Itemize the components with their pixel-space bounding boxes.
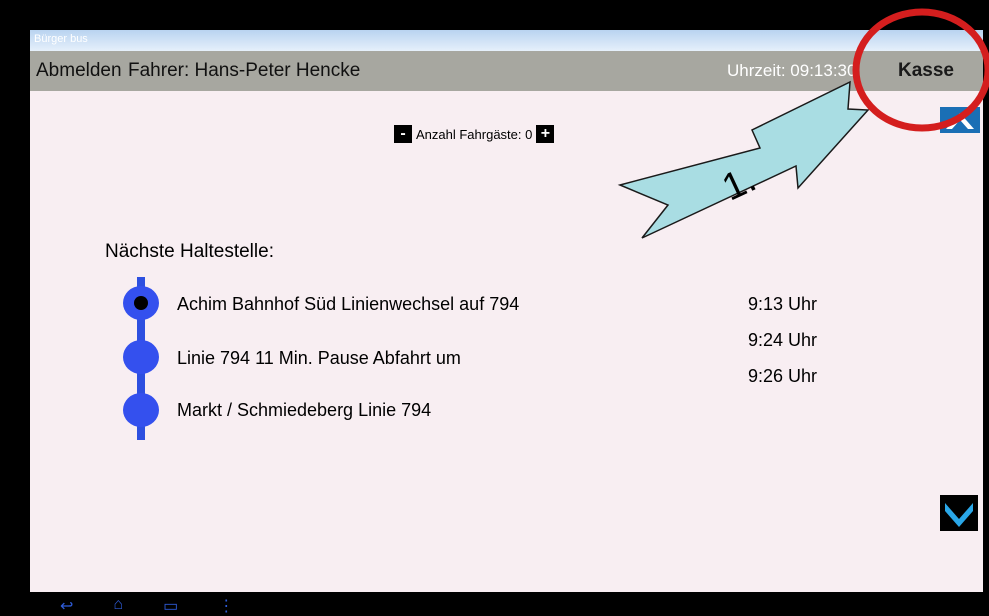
annotation-highlight-circle — [852, 8, 989, 132]
annotation-overlay: 1. — [617, 8, 989, 239]
